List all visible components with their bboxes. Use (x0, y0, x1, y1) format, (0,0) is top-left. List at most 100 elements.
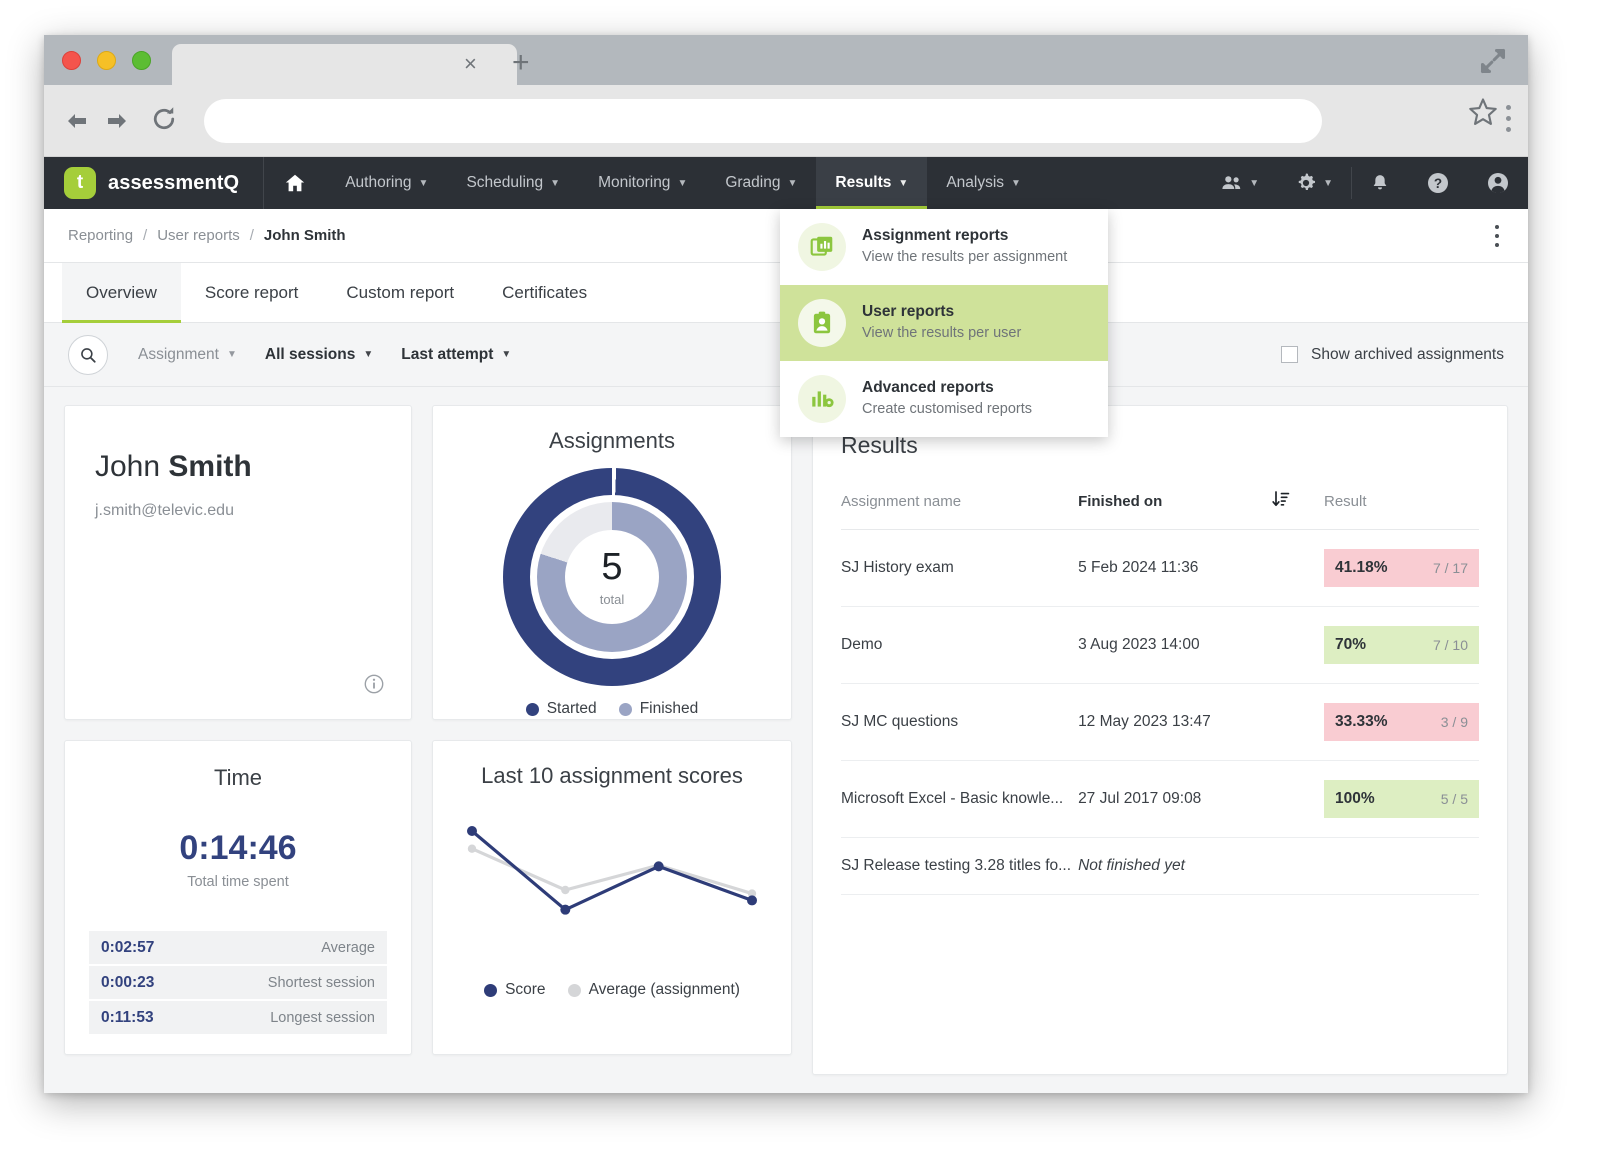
brand-name: assessmentQ (108, 171, 240, 194)
table-row[interactable]: Demo 3 Aug 2023 14:00 70% 7 / 10 (841, 606, 1479, 684)
filter-sessions[interactable]: All sessions ▼ (251, 346, 387, 364)
legend-item-started: Started (525, 700, 597, 718)
nav-help-button[interactable]: ? (1408, 157, 1468, 209)
close-icon[interactable]: × (464, 53, 484, 75)
filter-label: Last attempt (401, 345, 494, 363)
nav-item-results[interactable]: Results ▼ (816, 157, 928, 209)
window-zoom-button[interactable] (132, 51, 151, 70)
result-fraction: 3 / 9 (1440, 714, 1468, 730)
window-minimize-button[interactable] (97, 51, 116, 70)
nav-item-label: Grading (725, 174, 781, 191)
nav-item-label: Results (835, 174, 892, 191)
cell-assignment-name: SJ History exam (841, 529, 1079, 607)
page-actions-menu-icon[interactable] (1495, 225, 1500, 252)
cell-spacer (1270, 606, 1324, 684)
nav-item-home[interactable] (264, 157, 326, 209)
column-header-assignment-name[interactable]: Assignment name (841, 483, 1079, 530)
column-header-finished-on[interactable]: Finished on (1078, 483, 1271, 530)
cell-spacer (1270, 760, 1324, 838)
breadcrumb-item-user-reports[interactable]: User reports (157, 227, 240, 244)
url-input[interactable] (204, 99, 1322, 143)
nav-item-grading[interactable]: Grading ▼ (706, 157, 816, 209)
status-badge: 100% 5 / 5 (1324, 780, 1479, 818)
window-close-button[interactable] (62, 51, 81, 70)
legend-label: Score (505, 981, 546, 998)
nav-users-menu[interactable]: ▼ (1203, 157, 1277, 209)
assignments-chart-title: Assignments (549, 428, 675, 453)
dashboard-row-bottom: Time 0:14:46 Total time spent 0:02:57 Av… (64, 740, 792, 1055)
nav-item-label: Scheduling (466, 174, 544, 191)
result-percent: 100% (1335, 790, 1375, 807)
tab-certificates[interactable]: Certificates (478, 263, 611, 322)
nav-notifications-button[interactable] (1352, 157, 1408, 209)
maximize-icon[interactable] (1478, 47, 1508, 75)
table-row[interactable]: Microsoft Excel - Basic knowle... 27 Jul … (841, 760, 1479, 838)
legend-dot (525, 702, 539, 716)
chevron-down-icon: ▼ (787, 177, 798, 189)
menu-item-user-reports[interactable]: User reports View the results per user (780, 285, 1108, 361)
donut-total-value: 5 (601, 545, 623, 588)
forward-arrow-icon[interactable] (104, 109, 130, 133)
nav-item-label: Authoring (345, 174, 412, 191)
nav-item-monitoring[interactable]: Monitoring ▼ (579, 157, 706, 209)
brand-logo-area[interactable]: t assessmentQ (44, 157, 265, 209)
chart-point (653, 861, 664, 872)
show-archived-checkbox[interactable] (1281, 346, 1298, 363)
user-first-name: John (95, 450, 161, 483)
table-row[interactable]: SJ Release testing 3.28 titles fo... Not … (841, 837, 1479, 895)
info-icon[interactable] (363, 673, 385, 695)
time-label: Average (321, 939, 375, 956)
nav-item-authoring[interactable]: Authoring ▼ (326, 157, 447, 209)
filter-label: Assignment (138, 345, 219, 363)
sort-button[interactable] (1270, 483, 1324, 530)
nav-item-label: Analysis (946, 174, 1005, 191)
results-table: Assignment name Finished on Result SJ Hi… (841, 483, 1479, 895)
tab-custom-report[interactable]: Custom report (322, 263, 478, 322)
back-arrow-icon[interactable] (64, 109, 90, 133)
result-percent: 33.33% (1335, 713, 1388, 730)
results-panel: Results Assignment name Finished on Resu… (812, 405, 1508, 1075)
dashboard-row-top: John Smith j.smith@televic.edu Assignmen… (64, 405, 792, 720)
cell-result: 100% 5 / 5 (1324, 760, 1479, 838)
menu-item-assignment-reports[interactable]: Assignment reports View the results per … (780, 209, 1108, 285)
legend-label: Finished (639, 700, 699, 717)
nav-account-button[interactable] (1468, 157, 1528, 209)
table-row[interactable]: SJ MC questions 12 May 2023 13:47 33.33% 3 … (841, 683, 1479, 761)
show-archived-label: Show archived assignments (1311, 345, 1504, 363)
svg-text:?: ? (1434, 176, 1442, 191)
browser-titlebar: × + (44, 35, 1528, 85)
cell-assignment-name: Microsoft Excel - Basic knowle... (841, 760, 1079, 838)
column-header-result[interactable]: Result (1324, 483, 1479, 530)
scores-legend: Score Average (assignment) (433, 981, 791, 999)
breadcrumb-item-reporting[interactable]: Reporting (68, 227, 133, 244)
nav-item-analysis[interactable]: Analysis ▼ (927, 157, 1040, 209)
new-tab-icon[interactable]: + (512, 48, 536, 78)
user-name: John Smith (95, 450, 381, 484)
nav-settings-menu[interactable]: ▼ (1277, 157, 1351, 209)
time-card: Time 0:14:46 Total time spent 0:02:57 Av… (64, 740, 412, 1055)
legend-item-average: Average (assignment) (567, 981, 740, 999)
legend-item-finished: Finished (618, 700, 699, 718)
cell-result: 41.18% 7 / 17 (1324, 529, 1479, 607)
show-archived-toggle[interactable]: Show archived assignments (1281, 346, 1504, 364)
browser-window: × + t assessmentQ Authoring ▼ Scheduling… (44, 35, 1528, 1093)
browser-menu-icon[interactable] (1506, 105, 1512, 137)
menu-item-advanced-reports[interactable]: Advanced reports Create customised repor… (780, 361, 1108, 437)
assignments-legend: Started Finished (433, 700, 791, 718)
cell-finished-on: Not finished yet (1078, 837, 1271, 895)
search-button[interactable] (68, 334, 108, 375)
status-badge: 41.18% 7 / 17 (1324, 549, 1479, 587)
tab-overview[interactable]: Overview (62, 263, 181, 323)
star-icon[interactable] (1466, 95, 1500, 129)
account-icon (1488, 173, 1508, 194)
reload-icon[interactable] (149, 104, 179, 134)
filter-assignment[interactable]: Assignment ▼ (124, 346, 251, 364)
nav-item-scheduling[interactable]: Scheduling ▼ (447, 157, 579, 209)
filter-attempt[interactable]: Last attempt ▼ (387, 346, 525, 364)
tab-score-report[interactable]: Score report (181, 263, 323, 322)
table-row[interactable]: SJ History exam 5 Feb 2024 11:36 41.18% 7 /… (841, 529, 1479, 607)
results-dropdown-menu: Assignment reports View the results per … (780, 209, 1108, 437)
cell-assignment-name: Demo (841, 606, 1079, 684)
list-item: 0:11:53 Longest session (89, 1001, 387, 1034)
